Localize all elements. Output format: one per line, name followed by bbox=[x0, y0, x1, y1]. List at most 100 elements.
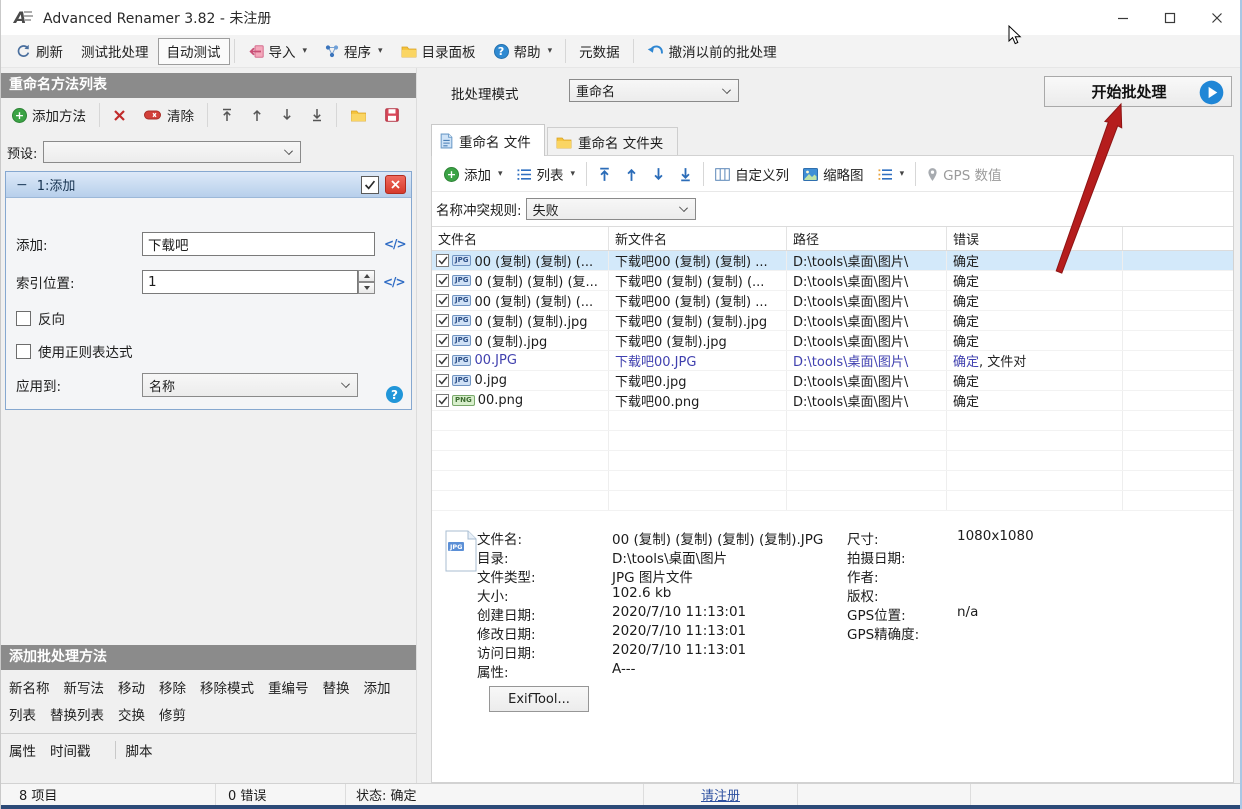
table-row[interactable]: JPG0.jpg下载吧0.jpgD:\tools\桌面\图片\确定 bbox=[432, 371, 1233, 391]
code-tag-icon[interactable]: </> bbox=[384, 237, 406, 251]
clear-methods-button[interactable]: 清除 bbox=[135, 102, 203, 129]
preset-select[interactable] bbox=[43, 141, 301, 163]
row-checkbox[interactable] bbox=[436, 354, 449, 367]
custom-columns-button[interactable]: 自定义列 bbox=[708, 161, 796, 187]
close-button[interactable] bbox=[1193, 0, 1240, 35]
add-methods-header: 添加批处理方法 bbox=[1, 645, 416, 670]
table-row[interactable]: PNG00.png下载吧00.pngD:\tools\桌面\图片\确定 bbox=[432, 391, 1233, 411]
method-link[interactable]: 添加 bbox=[364, 676, 391, 703]
batch-mode-select[interactable]: 重命名 bbox=[569, 79, 739, 102]
cell-filename: 00.png bbox=[478, 393, 523, 408]
tab-rename-files[interactable]: 重命名 文件 bbox=[431, 124, 545, 156]
row-checkbox[interactable] bbox=[436, 274, 449, 287]
regex-checkbox[interactable] bbox=[16, 344, 31, 359]
index-input[interactable]: 1 bbox=[142, 270, 358, 294]
method-link[interactable]: 移除 bbox=[159, 676, 186, 703]
undo-icon bbox=[647, 44, 664, 58]
bottom-tab-1[interactable]: 属性 bbox=[9, 740, 36, 760]
method-link[interactable]: 移除模式 bbox=[200, 676, 254, 703]
conflict-rule-select[interactable]: 失败 bbox=[526, 198, 696, 220]
app-window: A Advanced Renamer 3.82 - 未注册 刷新 测试批处理 自… bbox=[0, 0, 1242, 809]
method-link[interactable]: 重编号 bbox=[268, 676, 309, 703]
view-options-button[interactable]: ▾ bbox=[871, 161, 912, 187]
move-top-button[interactable] bbox=[212, 102, 242, 129]
open-preset-button[interactable] bbox=[341, 102, 376, 129]
import-button[interactable]: 导入▾ bbox=[239, 38, 317, 65]
start-batch-button[interactable]: 开始批处理 bbox=[1044, 76, 1232, 107]
move-down-button[interactable] bbox=[272, 102, 302, 129]
table-row[interactable]: JPG00 (复制) (复制) (...下载吧00 (复制) (复制) ...D… bbox=[432, 251, 1233, 271]
refresh-button[interactable]: 刷新 bbox=[7, 38, 72, 65]
remove-method-button[interactable] bbox=[104, 102, 135, 129]
row-checkbox[interactable] bbox=[436, 314, 449, 327]
table-row[interactable]: JPG0 (复制) (复制).jpg下载吧0 (复制) (复制).jpgD:\t… bbox=[432, 311, 1233, 331]
table-row[interactable]: JPG0 (复制).jpg下载吧0 (复制).jpgD:\tools\桌面\图片… bbox=[432, 331, 1233, 351]
bottom-tab-2[interactable]: 时间戳 bbox=[50, 740, 91, 760]
thumbnails-button[interactable]: 缩略图 bbox=[796, 161, 871, 187]
stepper-down-icon[interactable] bbox=[358, 282, 375, 294]
apply-to-select[interactable]: 名称 bbox=[142, 373, 358, 397]
stepper-up-icon[interactable] bbox=[358, 270, 375, 282]
collapse-icon[interactable]: − bbox=[16, 177, 28, 193]
detail-row: 目录:D:\tools\桌面\图片 bbox=[477, 547, 837, 566]
method-close-button[interactable] bbox=[385, 175, 406, 194]
row-checkbox[interactable] bbox=[436, 294, 449, 307]
item-bottom-button[interactable] bbox=[672, 161, 699, 187]
row-checkbox[interactable] bbox=[436, 374, 449, 387]
item-down-button[interactable] bbox=[645, 161, 672, 187]
method-link[interactable]: 修剪 bbox=[159, 703, 186, 730]
column-header[interactable]: 文件名 bbox=[432, 227, 609, 250]
add-files-button[interactable]: + 添加▾ bbox=[437, 161, 510, 187]
undo-batch-button[interactable]: 撤消以前的批处理 bbox=[638, 38, 786, 65]
cell-path: D:\tools\桌面\图片\ bbox=[787, 331, 947, 350]
cell-filename: 00 (复制) (复制) (... bbox=[474, 291, 593, 310]
save-preset-button[interactable] bbox=[376, 102, 408, 129]
regex-label: 使用正则表达式 bbox=[38, 341, 133, 361]
code-tag-icon[interactable]: </> bbox=[383, 275, 405, 289]
method-link[interactable]: 替换 bbox=[323, 676, 350, 703]
add-text-input[interactable]: 下载吧 bbox=[142, 232, 375, 256]
reverse-checkbox[interactable] bbox=[16, 311, 31, 326]
column-header[interactable]: 新文件名 bbox=[609, 227, 787, 250]
metadata-button[interactable]: 元数据 bbox=[570, 38, 629, 65]
detail-row: 修改日期:2020/7/10 11:13:01 bbox=[477, 623, 837, 642]
tab-rename-folders[interactable]: 重命名 文件夹 bbox=[547, 127, 678, 156]
help-button[interactable]: ? 帮助▾ bbox=[485, 38, 562, 65]
table-row[interactable]: JPG00.JPG下载吧00.JPGD:\tools\桌面\图片\确定, 文件对 bbox=[432, 351, 1233, 371]
column-header[interactable]: 错误 bbox=[947, 227, 1123, 250]
method-help-icon[interactable]: ? bbox=[386, 386, 403, 403]
row-checkbox[interactable] bbox=[436, 254, 449, 267]
minimize-button[interactable] bbox=[1099, 0, 1146, 35]
bottom-tab-3[interactable]: 脚本 bbox=[126, 740, 153, 760]
column-header[interactable]: 路径 bbox=[787, 227, 947, 250]
detail-row: 文件类型:JPG 图片文件 bbox=[477, 566, 837, 585]
row-checkbox[interactable] bbox=[436, 334, 449, 347]
method-link[interactable]: 交换 bbox=[118, 703, 145, 730]
row-checkbox[interactable] bbox=[436, 394, 449, 407]
method-link[interactable]: 列表 bbox=[9, 703, 36, 730]
method-link[interactable]: 新名称 bbox=[9, 676, 50, 703]
method-enabled-checkbox[interactable] bbox=[361, 176, 379, 194]
item-up-button[interactable] bbox=[618, 161, 645, 187]
move-bottom-button[interactable] bbox=[302, 102, 332, 129]
method-card-header[interactable]: − 1:添加 bbox=[6, 172, 411, 198]
index-stepper[interactable] bbox=[358, 270, 375, 294]
test-batch-button[interactable]: 测试批处理 bbox=[72, 38, 158, 65]
table-row[interactable]: JPG0 (复制) (复制) (复...下载吧0 (复制) (复制) (...D… bbox=[432, 271, 1233, 291]
gps-values-button[interactable]: GPS 数值 bbox=[920, 161, 1008, 187]
auto-test-button[interactable]: 自动测试 bbox=[158, 38, 230, 65]
maximize-button[interactable] bbox=[1146, 0, 1193, 35]
arrow-top-icon bbox=[598, 167, 611, 182]
register-link[interactable]: 请注册 bbox=[701, 785, 740, 804]
add-method-button[interactable]: + 添加方法 bbox=[3, 102, 95, 129]
dir-panel-button[interactable]: 目录面板 bbox=[392, 38, 485, 65]
method-link[interactable]: 新写法 bbox=[64, 676, 105, 703]
method-link[interactable]: 替换列表 bbox=[50, 703, 104, 730]
list-menu-button[interactable]: 列表▾ bbox=[510, 161, 583, 187]
move-up-button[interactable] bbox=[242, 102, 272, 129]
method-link[interactable]: 移动 bbox=[118, 676, 145, 703]
item-top-button[interactable] bbox=[591, 161, 618, 187]
table-row[interactable]: JPG00 (复制) (复制) (...下载吧00 (复制) (复制) ...D… bbox=[432, 291, 1233, 311]
program-button[interactable]: 程序▾ bbox=[316, 38, 392, 65]
exiftool-button[interactable]: ExifTool... bbox=[489, 686, 589, 712]
